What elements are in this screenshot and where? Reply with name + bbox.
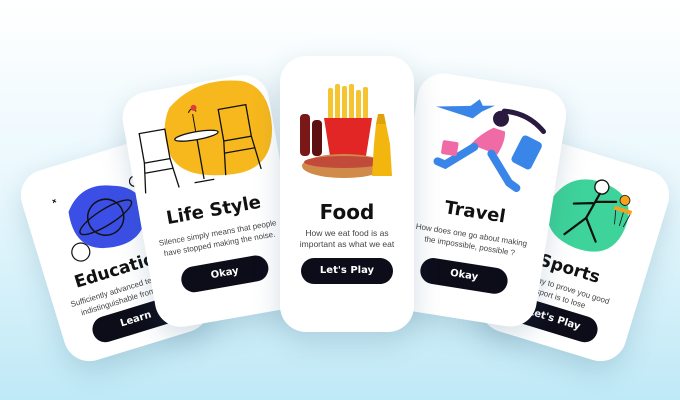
- lets-play-button[interactable]: Let's Play: [301, 258, 393, 284]
- card-food: Food How we eat food is as important as …: [280, 56, 414, 332]
- okay-button[interactable]: Okay: [418, 256, 510, 296]
- fast-food-illustration-icon: [294, 84, 400, 196]
- traveler-airplane-illustration-icon: [411, 77, 563, 213]
- card-title: Food: [319, 200, 375, 224]
- okay-button[interactable]: Okay: [179, 253, 271, 295]
- cafe-chairs-illustration-icon: [118, 71, 284, 209]
- card-description: How we eat food is as important as what …: [299, 228, 395, 249]
